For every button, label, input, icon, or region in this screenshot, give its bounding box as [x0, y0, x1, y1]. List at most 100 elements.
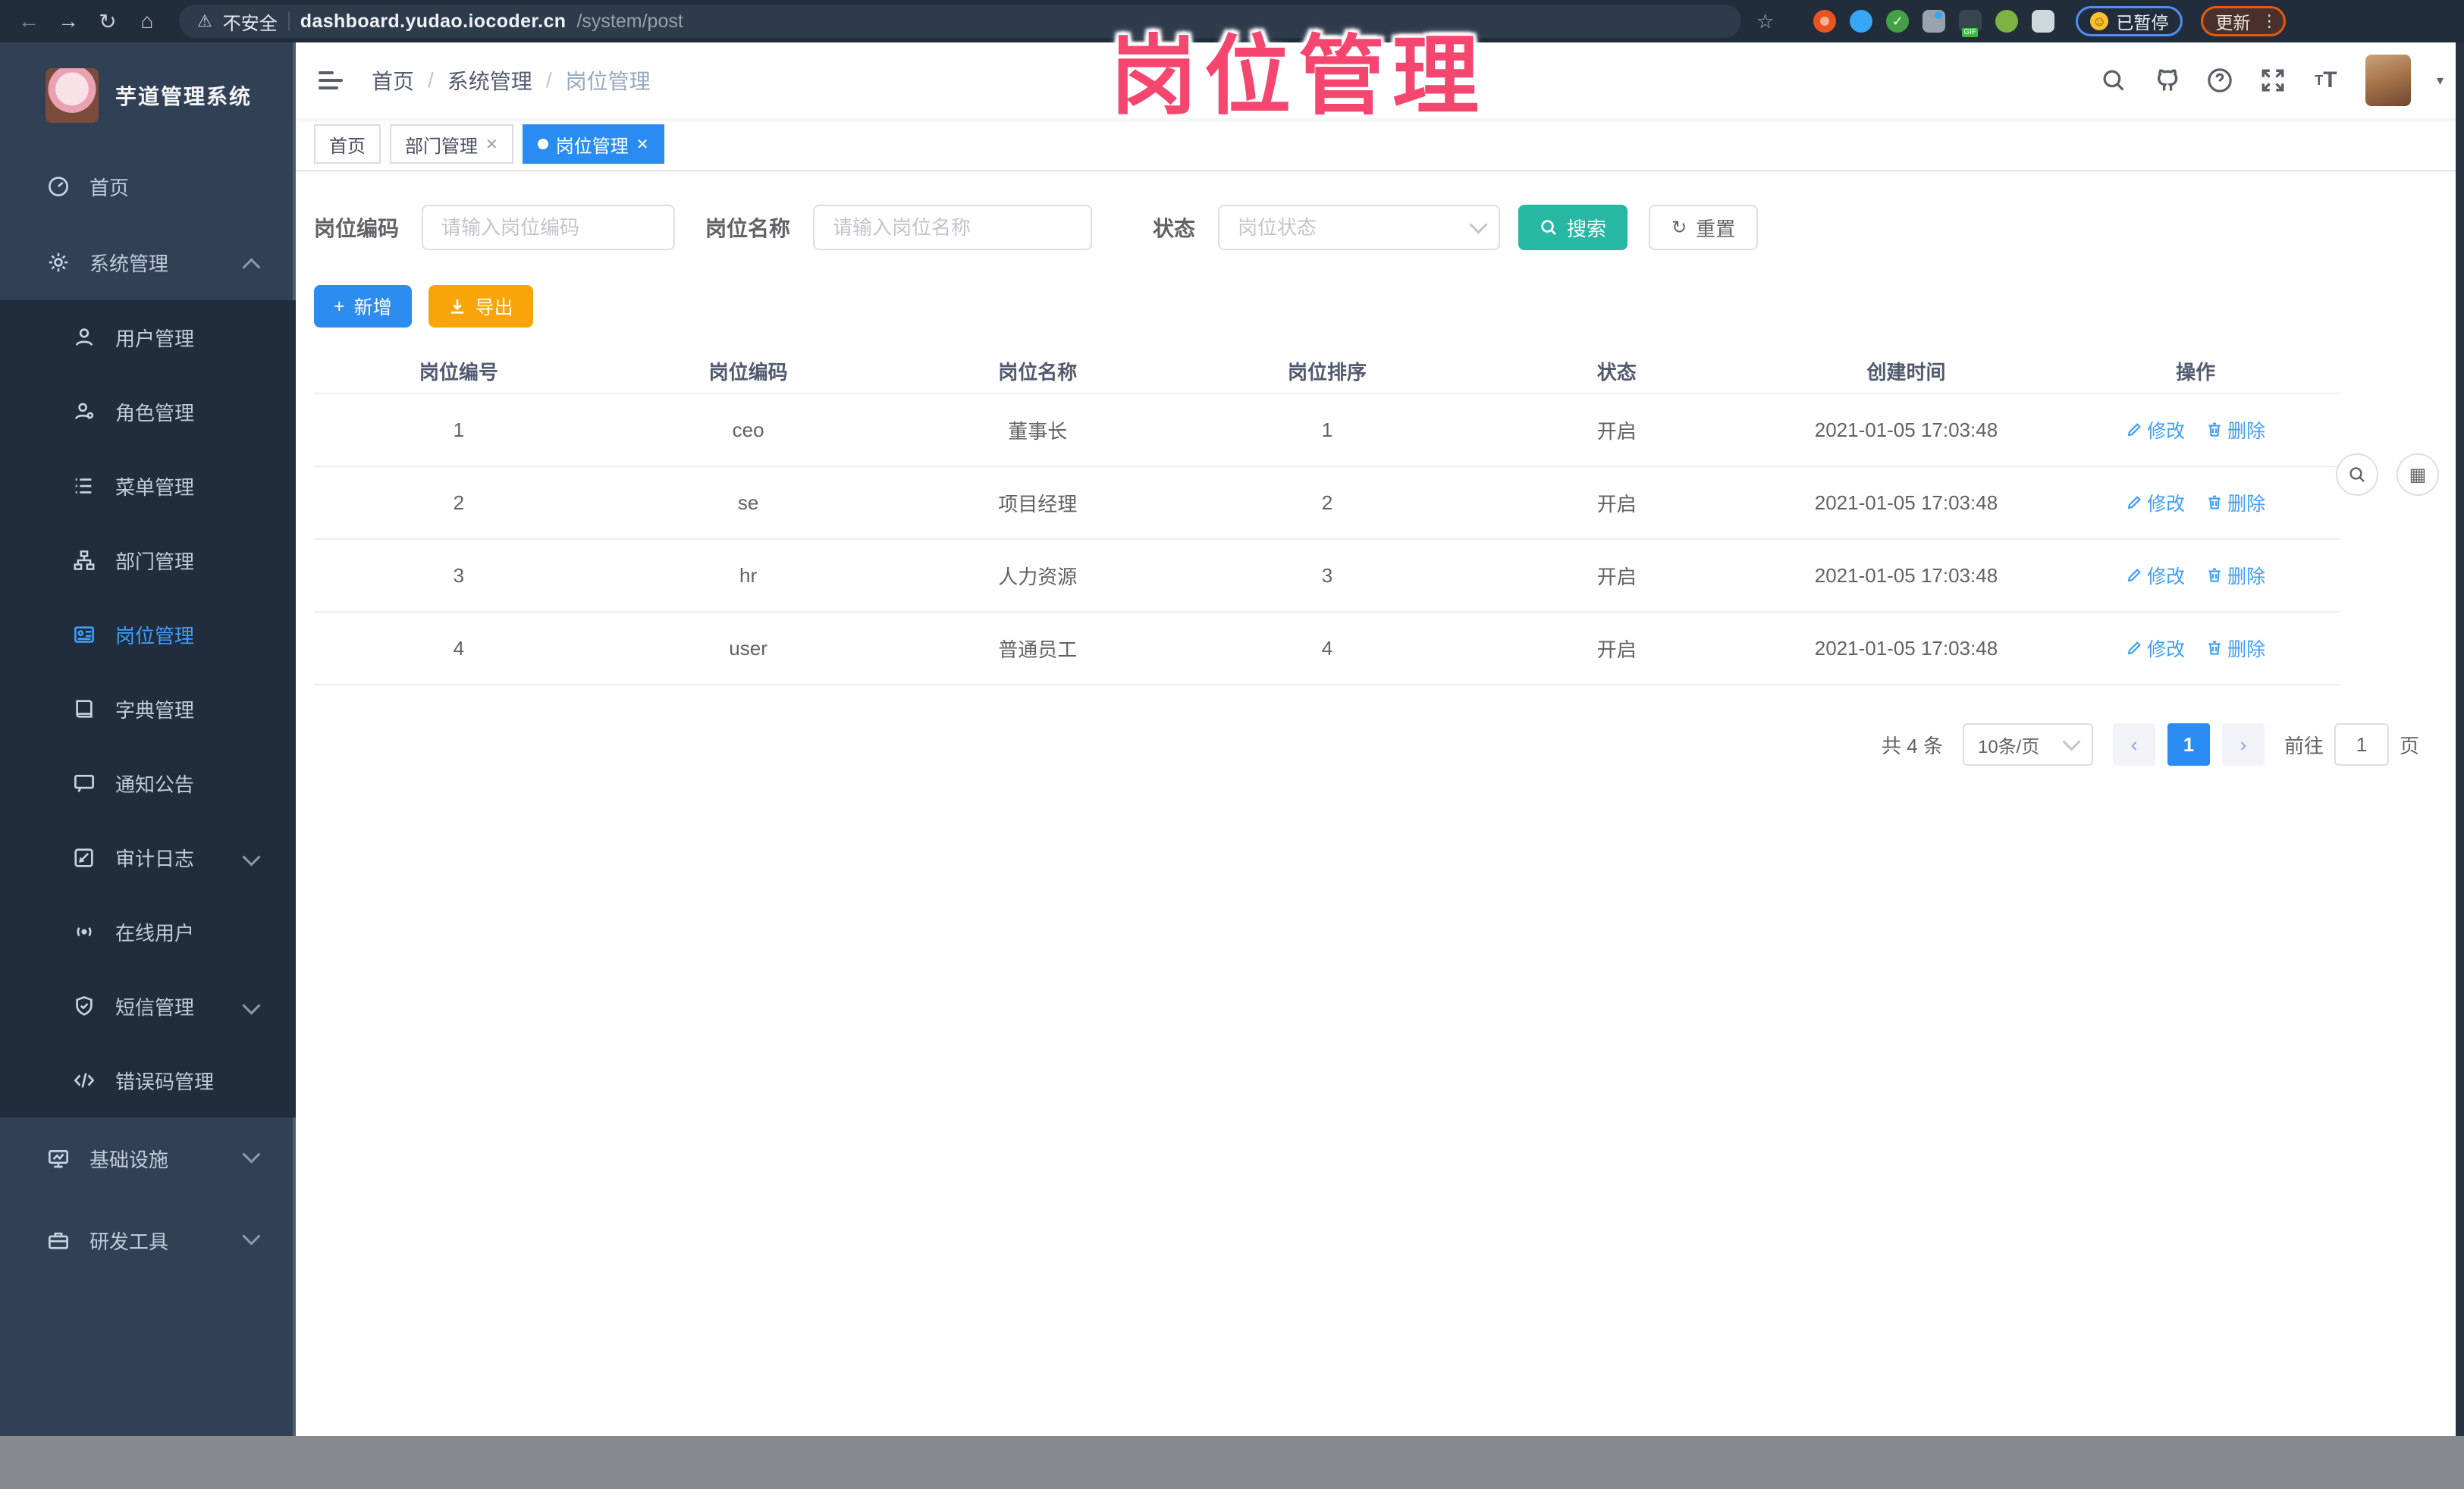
url-host: dashboard.yudao.iocoder.cn: [300, 10, 567, 32]
app-header: 首页 / 系统管理 / 岗位管理 T T ▾: [296, 42, 2464, 118]
delete-link[interactable]: 删除: [2206, 489, 2265, 516]
sidebar-item-home[interactable]: 首页: [0, 149, 296, 224]
page-size-value: 10条/页: [1977, 736, 2040, 757]
edit-link[interactable]: 修改: [2126, 489, 2185, 516]
page-scrollbar[interactable]: [2456, 42, 2464, 1436]
edit-link[interactable]: 修改: [2126, 416, 2185, 444]
jump-prefix: 前往: [2284, 734, 2324, 757]
sidebar-item-label: 字典管理: [115, 698, 195, 722]
trash-icon: [2208, 422, 2221, 437]
sidebar-item-departments[interactable]: 部门管理: [0, 523, 296, 597]
status-select[interactable]: [1218, 205, 1501, 250]
hamburger-icon[interactable]: [296, 71, 366, 89]
toolbox-icon: [47, 1229, 70, 1252]
plus-icon: +: [334, 295, 345, 317]
cell-created: 2021-01-05 17:03:48: [1814, 418, 1998, 441]
sidebar-item-error-codes[interactable]: 错误码管理: [0, 1043, 296, 1118]
search-button[interactable]: 搜索: [1518, 205, 1628, 250]
fullscreen-icon[interactable]: [2259, 67, 2287, 94]
id-card-icon: [73, 623, 96, 646]
edit-link[interactable]: 修改: [2126, 562, 2185, 589]
chevron-down-icon[interactable]: ▾: [2437, 73, 2444, 89]
delete-link[interactable]: 删除: [2206, 562, 2265, 589]
cell-created: 2021-01-05 17:03:48: [1814, 636, 1998, 660]
page-size-select[interactable]: 10条/页: [1962, 723, 2093, 766]
sidebar-item-posts[interactable]: 岗位管理: [0, 597, 296, 672]
extension-sliders-icon[interactable]: [1923, 10, 1946, 33]
next-page-button[interactable]: ›: [2221, 723, 2265, 766]
tab-home[interactable]: 首页: [314, 124, 381, 164]
paused-chip[interactable]: ☺ 已暂停: [2076, 6, 2183, 36]
avatar[interactable]: [2365, 55, 2411, 106]
breadcrumb-system[interactable]: 系统管理: [447, 65, 532, 96]
help-icon[interactable]: [2206, 67, 2233, 94]
page-1-button[interactable]: 1: [2167, 723, 2210, 766]
github-icon[interactable]: [2153, 67, 2180, 94]
add-button[interactable]: + 新增: [314, 285, 412, 328]
status-label: 状态: [1153, 217, 1196, 240]
prev-page-button[interactable]: ‹: [2112, 723, 2155, 766]
extension-gif-icon[interactable]: [1959, 10, 1982, 37]
extension-ubuntu-icon[interactable]: [1813, 10, 1837, 33]
sidebar-item-label: 审计日志: [115, 847, 195, 870]
update-label: 更新: [2215, 13, 2251, 33]
pencil-icon: [2127, 496, 2141, 509]
cell-post-sort: 3: [1321, 563, 1333, 587]
sidebar-item-dev-tools[interactable]: 研发工具: [0, 1199, 296, 1281]
extension-check-icon[interactable]: ✓: [1886, 10, 1910, 33]
sidebar-item-online-users[interactable]: 在线用户: [0, 895, 296, 969]
browser-update-button[interactable]: 更新 ⋮: [2201, 6, 2287, 36]
delete-link[interactable]: 删除: [2206, 635, 2265, 662]
forward-icon[interactable]: →: [52, 5, 85, 38]
cell-status: 开启: [1596, 419, 1637, 443]
download-icon: [450, 299, 463, 314]
sidebar-item-system[interactable]: 系统管理: [0, 224, 296, 300]
post-code-input[interactable]: [422, 205, 676, 250]
hide-search-button[interactable]: [2336, 453, 2378, 496]
breadcrumb-separator: /: [428, 68, 434, 92]
delete-link[interactable]: 删除: [2206, 416, 2265, 444]
search-icon[interactable]: [2100, 67, 2127, 94]
close-icon[interactable]: ✕: [636, 135, 649, 154]
font-size-icon[interactable]: TT: [2312, 67, 2340, 94]
sidebar-item-infrastructure[interactable]: 基础设施: [0, 1118, 296, 1199]
trash-icon: [2208, 495, 2221, 509]
extensions-puzzle-icon[interactable]: [2032, 10, 2055, 33]
close-icon[interactable]: ✕: [485, 135, 498, 154]
browser-menu-icon[interactable]: ⋮: [2261, 11, 2277, 31]
address-bar[interactable]: ⚠ 不安全 dashboard.yudao.iocoder.cn/system/…: [179, 5, 1741, 38]
page-jump-input[interactable]: [2334, 723, 2389, 766]
sidebar-item-dict[interactable]: 字典管理: [0, 672, 296, 746]
breadcrumb-home[interactable]: 首页: [372, 65, 414, 96]
extension-leaf-icon[interactable]: [1995, 10, 2019, 33]
sidebar-item-menus[interactable]: 菜单管理: [0, 449, 296, 523]
post-name-input[interactable]: [813, 205, 1093, 250]
tab-departments[interactable]: 部门管理 ✕: [390, 124, 513, 164]
extension-drop-icon[interactable]: [1850, 10, 1873, 33]
tab-posts[interactable]: 岗位管理 ✕: [522, 124, 664, 164]
active-dot: [537, 139, 548, 149]
sidebar-item-users[interactable]: 用户管理: [0, 300, 296, 375]
bookmark-star-icon[interactable]: ☆: [1756, 10, 1774, 33]
edit-link[interactable]: 修改: [2126, 635, 2185, 662]
reset-button-label: 重置: [1696, 217, 1736, 240]
main-area: 首页 / 系统管理 / 岗位管理 T T ▾ 首页 部门管理 ✕ 岗位管理 ✕ …: [296, 42, 2464, 1436]
total-count: 共 4 条: [1882, 734, 1943, 757]
sidebar-item-notice[interactable]: 通知公告: [0, 746, 296, 820]
columns-toggle-button[interactable]: ▦: [2397, 453, 2439, 496]
sidebar-item-sms[interactable]: 短信管理: [0, 969, 296, 1043]
logo-row[interactable]: 芋道管理系统: [0, 42, 296, 149]
sidebar-item-audit-log[interactable]: 审计日志: [0, 820, 296, 895]
home-icon[interactable]: ⌂: [130, 5, 164, 38]
export-button[interactable]: 导出: [428, 285, 533, 328]
monitor-icon: [47, 1147, 70, 1170]
reload-icon[interactable]: ↻: [91, 5, 124, 38]
back-icon[interactable]: ←: [12, 5, 46, 38]
cell-post-code: user: [729, 636, 767, 660]
sidebar-item-label: 菜单管理: [115, 475, 195, 499]
breadcrumb-separator: /: [545, 68, 552, 92]
shield-icon: [73, 995, 96, 1017]
gear-icon: [47, 251, 70, 274]
reset-button[interactable]: ↻ 重置: [1649, 205, 1759, 250]
sidebar-item-roles[interactable]: 角色管理: [0, 375, 296, 449]
